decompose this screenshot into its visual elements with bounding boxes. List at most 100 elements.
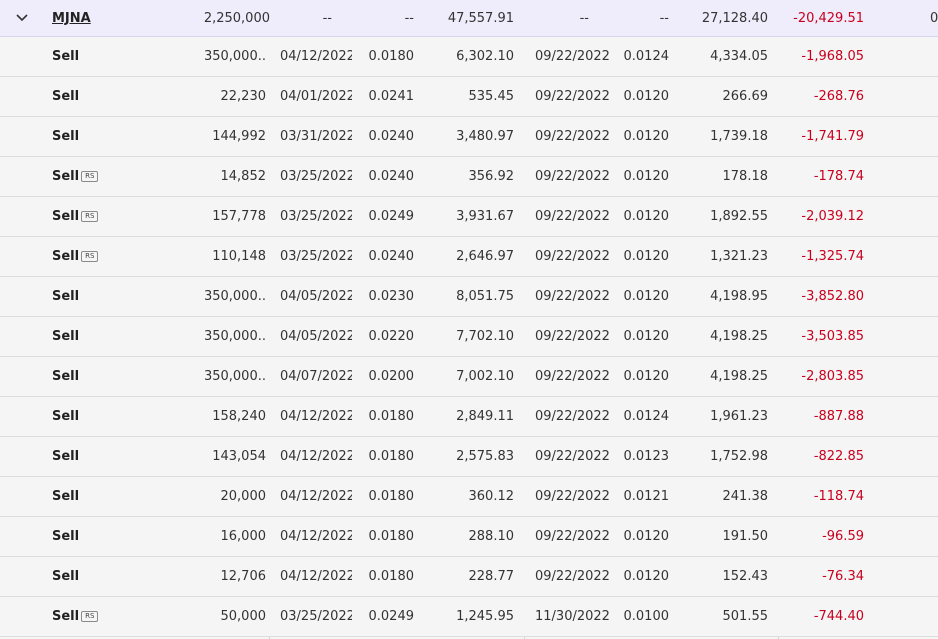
cost-per-share: 0.0180 [368,409,415,424]
cost-per-share: 0.0180 [368,49,415,64]
action-cell: Sell [52,477,162,516]
cost-basis: 360.12 [468,489,515,504]
action-label: Sell [52,49,80,64]
cost-basis: 535.45 [468,89,515,104]
date-acquired: 04/01/2022 [280,89,352,104]
gain-loss: -744.40 [813,609,864,624]
proceeds-per-share: 0.0120 [623,329,670,344]
gain-loss: -1,968.05 [801,49,864,64]
date-sold: 09/22/2022 [535,49,609,64]
date-acquired: 04/12/2022 [280,489,352,504]
action-cell: Sell [52,357,162,396]
cost-per-share: 0.0180 [368,449,415,464]
proceeds-per-share: 0.0120 [623,249,670,264]
quantity: 143,054 [212,449,266,464]
cost-basis: 7,702.10 [456,329,514,344]
proceeds-per-share: 0.0120 [623,529,670,544]
gain-loss: -20,429.51 [793,10,864,26]
rs-badge: RS [81,611,99,622]
table-row: Sell RS 157,778 03/25/2022 0.0249 3,931.67 09/… [0,197,938,237]
table-row: Sell 350,000.. 04/05/2022 0.0220 7,702.10 09/… [0,317,938,357]
date-acquired: 03/25/2022 [280,209,352,224]
proceeds-per-share: -- [659,10,669,26]
cost-per-share: 0.0241 [368,89,415,104]
cost-basis: 1,245.95 [456,609,514,624]
cost-basis: 228.77 [468,569,515,584]
cost-basis: 3,931.67 [456,209,514,224]
date-acquired: 03/25/2022 [280,609,352,624]
chevron-down-icon[interactable] [14,0,30,36]
table-row: Sell 20,000 04/12/2022 0.0180 360.12 09/22/20… [0,477,938,517]
quantity: 144,992 [212,129,266,144]
cost-basis: 288.10 [468,529,515,544]
cost-basis: 356.92 [468,169,515,184]
cost-per-share: 0.0240 [368,129,415,144]
quantity: 16,000 [220,529,267,544]
action-label: Sell [52,249,80,264]
quantity: 12,706 [220,569,267,584]
table-row: Sell RS 14,852 03/25/2022 0.0240 356.92 09/22/… [0,157,938,197]
date-sold: 09/22/2022 [535,209,609,224]
proceeds-per-share: 0.0120 [623,169,670,184]
quantity: 350,000.. [203,369,266,384]
proceeds-per-share: 0.0120 [623,289,670,304]
action-cell: Sell RS [52,157,162,196]
cost-basis: 6,302.10 [456,49,514,64]
proceeds-per-share: 0.0120 [623,209,670,224]
total-quantity: 2,250,000 [203,10,270,26]
date-acquired: 04/12/2022 [280,449,352,464]
action-cell: Sell [52,37,162,76]
date-acquired: 03/31/2022 [280,129,352,144]
proceeds: 152.43 [722,569,769,584]
table-row: Sell RS 50,000 03/25/2022 0.0249 1,245.95 11/3… [0,597,938,637]
gain-loss: -887.88 [813,409,864,424]
cost-per-share: 0.0230 [368,289,415,304]
action-cell: Sell RS [52,597,162,636]
action-cell: Sell [52,77,162,116]
symbol-link[interactable]: MJNA [52,11,91,26]
proceeds: 266.69 [722,89,769,104]
gain-loss: -178.74 [813,169,864,184]
gain-loss: -96.59 [822,529,864,544]
proceeds: 27,128.40 [701,10,768,26]
quantity: 350,000.. [203,289,266,304]
table-row: Sell 350,000.. 04/07/2022 0.0200 7,002.10 09/… [0,357,938,397]
table-row: Sell 16,000 04/12/2022 0.0180 288.10 09/22/20… [0,517,938,557]
symbol-group-header: MJNA 2,250,000 -- -- 47,557.91 -- -- 27,… [0,0,938,37]
date-sold: 09/22/2022 [535,329,609,344]
proceeds: 1,892.55 [710,209,768,224]
proceeds-per-share: 0.0120 [623,369,670,384]
date-sold: 09/22/2022 [535,289,609,304]
action-label: Sell [52,369,80,384]
action-label: Sell [52,329,80,344]
proceeds: 1,321.23 [710,249,768,264]
date-sold: 09/22/2022 [535,369,609,384]
action-cell: Sell [52,277,162,316]
extra-column: 0 [930,10,938,26]
rs-badge: RS [81,251,99,262]
cost-per-share: 0.0200 [368,369,415,384]
table-row: Sell 350,000.. 04/12/2022 0.0180 6,302.10 09/… [0,37,938,77]
action-label: Sell [52,609,80,624]
gain-loss: -118.74 [813,489,864,504]
date-acquired: 04/12/2022 [280,409,352,424]
date-acquired: 04/05/2022 [280,289,352,304]
proceeds-per-share: 0.0121 [623,489,670,504]
date-acquired: 04/12/2022 [280,569,352,584]
date-sold: 09/22/2022 [535,249,609,264]
action-cell: Sell RS [52,197,162,236]
proceeds: 4,198.95 [710,289,768,304]
proceeds-per-share: 0.0123 [623,449,670,464]
action-cell: Sell [52,557,162,596]
table-row: Sell 143,054 04/12/2022 0.0180 2,575.83 09/22… [0,437,938,477]
action-cell: Sell [52,517,162,556]
quantity: 350,000.. [203,329,266,344]
cost-basis: 47,557.91 [447,10,514,26]
cost-basis: 3,480.97 [456,129,514,144]
proceeds: 1,752.98 [710,449,768,464]
proceeds: 4,334.05 [710,49,768,64]
quantity: 20,000 [220,489,267,504]
cost-basis: 2,646.97 [456,249,514,264]
proceeds: 4,198.25 [710,369,768,384]
action-label: Sell [52,169,80,184]
